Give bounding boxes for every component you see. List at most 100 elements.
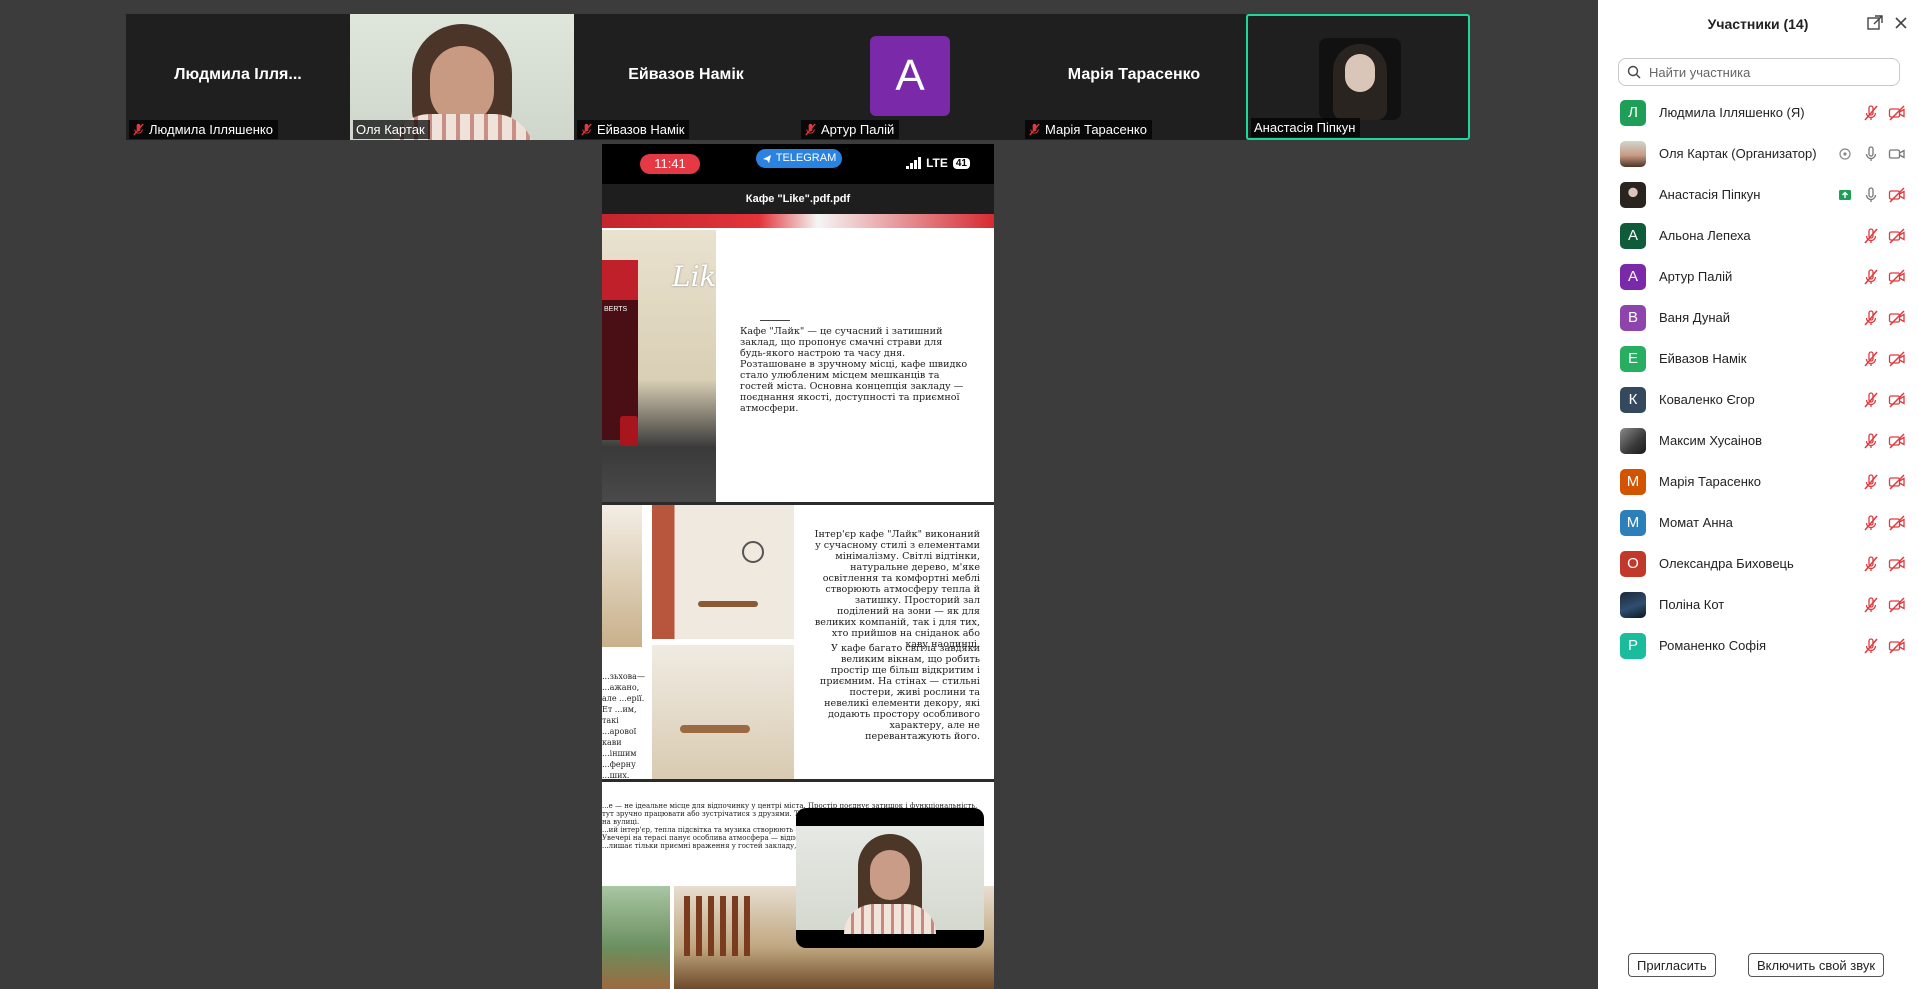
cafe-exterior-photo: Like BERTS <box>602 230 716 502</box>
tile-label: Анастасія Піпкун <box>1251 118 1361 137</box>
floating-video[interactable] <box>796 808 984 948</box>
participant-search[interactable] <box>1618 58 1900 86</box>
participant-status-icons <box>1862 473 1906 491</box>
participant-name: Романенко Софія <box>1659 638 1767 653</box>
participant-name: Коваленко Єгор <box>1659 392 1755 407</box>
signal-icon <box>906 157 922 169</box>
pdf-paragraph: У кафе багато світла завдяки великим вік… <box>819 643 980 742</box>
avatar: К <box>1620 386 1646 413</box>
participant-name: Ейвазов Намік <box>1659 351 1747 366</box>
video-off-icon <box>1888 309 1906 327</box>
avatar: A <box>870 36 950 116</box>
close-icon[interactable] <box>1892 14 1910 32</box>
pdf-paragraph: Інтер'єр кафе "Лайк" виконаний у сучасно… <box>814 529 980 650</box>
mic-off-icon <box>805 123 816 136</box>
pop-out-icon[interactable] <box>1866 14 1884 32</box>
mic-off-icon <box>1862 268 1880 286</box>
video-off-icon <box>1888 473 1906 491</box>
mic-off-icon <box>1862 309 1880 327</box>
terrace-photo-1 <box>602 886 670 989</box>
participant-name: Марія Тарасенко <box>1659 474 1761 489</box>
tile-display-name: Людмила Ілля... <box>174 66 302 83</box>
video-tile-eivazov[interactable]: Ейвазов Намік Ейвазов Намік <box>574 14 798 140</box>
participant-row[interactable]: Анастасія Піпкун <box>1598 174 1918 215</box>
participant-row[interactable]: М Момат Анна <box>1598 502 1918 543</box>
participant-row[interactable]: О Олександра Биховець <box>1598 543 1918 584</box>
tile-display-name: Марія Тарасенко <box>1067 66 1201 83</box>
pdf-page-1: Like BERTS Кафе "Лайк" — це сучасний і з… <box>602 230 994 502</box>
cafe-sign-text: Like <box>672 260 716 293</box>
participant-status-icons <box>1862 596 1906 614</box>
divider-line <box>760 320 790 321</box>
video-on-icon <box>1888 145 1906 163</box>
participant-row[interactable]: Л Людмила Ілляшенко (Я) <box>1598 92 1918 133</box>
avatar: Л <box>1620 99 1646 126</box>
participant-row[interactable]: К Коваленко Єгор <box>1598 379 1918 420</box>
search-input[interactable] <box>1647 63 1891 81</box>
mic-off-icon <box>1862 637 1880 655</box>
video-off-icon <box>1888 637 1906 655</box>
participant-status-icons <box>1862 350 1906 368</box>
tile-label-text: Оля Картак <box>356 122 425 137</box>
tile-label-text: Артур Палій <box>821 122 895 137</box>
video-off-icon <box>1888 514 1906 532</box>
participant-status-icons <box>1862 227 1906 245</box>
telegram-label: TELEGRAM <box>775 152 837 164</box>
participant-row[interactable]: В Ваня Дунай <box>1598 297 1918 338</box>
participant-name: Альона Лепеха <box>1659 228 1751 243</box>
participant-row[interactable]: Оля Картак (Организатор) <box>1598 133 1918 174</box>
avatar: Е <box>1620 345 1646 372</box>
mic-off-icon <box>1862 514 1880 532</box>
video-tile-anastasiia[interactable]: Анастасія Піпкун <box>1246 14 1470 140</box>
participant-name: Олександра Биховець <box>1659 556 1794 571</box>
participant-row[interactable]: Р Романенко Софія <box>1598 625 1918 666</box>
avatar: Р <box>1620 632 1646 659</box>
video-tile-mariia[interactable]: Марія Тарасенко Марія Тарасенко <box>1022 14 1246 140</box>
pdf-paragraph: Кафе "Лайк" — це сучасний і затишний зак… <box>740 326 968 414</box>
video-tile-olya[interactable]: Оля Картак <box>350 14 574 140</box>
video-off-icon <box>1888 268 1906 286</box>
avatar <box>1620 591 1646 618</box>
avatar <box>1620 140 1646 167</box>
participant-name: Момат Анна <box>1659 515 1733 530</box>
mic-off-icon <box>133 123 144 136</box>
tile-display-name: Ейвазов Намік <box>628 66 744 83</box>
tile-label-text: Людмила Ілляшенко <box>149 122 273 137</box>
video-tile-liudmyla[interactable]: Людмила Ілля... Людмила Ілляшенко <box>126 14 350 140</box>
participant-row[interactable]: М Марія Тарасенко <box>1598 461 1918 502</box>
unmute-button[interactable]: Включить свой звук <box>1748 953 1885 977</box>
mic-off-icon <box>1862 432 1880 450</box>
participant-row[interactable]: А Альона Лепеха <box>1598 215 1918 256</box>
participant-status-icons <box>1836 186 1906 204</box>
tile-label: Оля Картак <box>353 120 430 139</box>
video-tile-artur[interactable]: A Артур Палій <box>798 14 1022 140</box>
tile-label: Марія Тарасенко <box>1025 120 1152 139</box>
mic-off-icon <box>1862 350 1880 368</box>
cafe-sign-left-text: BERTS <box>604 306 628 313</box>
mic-off-icon <box>1862 227 1880 245</box>
participant-status-icons <box>1862 637 1906 655</box>
participant-row[interactable]: Поліна Кот <box>1598 584 1918 625</box>
record-icon <box>1836 145 1854 163</box>
video-off-icon <box>1888 350 1906 368</box>
panel-header: Участники (14) <box>1598 0 1918 48</box>
invite-button[interactable]: Пригласить <box>1628 953 1716 977</box>
avatar: А <box>1620 263 1646 290</box>
pdf-title-bar: Кафе "Like".pdf.pdf <box>602 184 994 214</box>
mic-off-icon <box>1029 123 1040 136</box>
mic-off-icon <box>1862 391 1880 409</box>
participants-panel: Участники (14) Л Людмила Ілляшенко (Я) Оля… <box>1598 0 1918 989</box>
avatar <box>1620 427 1646 454</box>
participant-name: Людмила Ілляшенко (Я) <box>1659 105 1805 120</box>
participant-row[interactable]: Максим Хусаінов <box>1598 420 1918 461</box>
interior-photo-2 <box>652 505 794 639</box>
participant-row[interactable]: Е Ейвазов Намік <box>1598 338 1918 379</box>
mic-off-icon <box>1862 596 1880 614</box>
tile-label-text: Марія Тарасенко <box>1045 122 1147 137</box>
participant-name: Анастасія Піпкун <box>1659 187 1761 202</box>
tile-label-text: Анастасія Піпкун <box>1254 120 1356 135</box>
participant-row[interactable]: А Артур Палій <box>1598 256 1918 297</box>
participant-list: Л Людмила Ілляшенко (Я) Оля Картак (Органи… <box>1598 92 1918 666</box>
interior-photo-3 <box>652 645 794 779</box>
tile-label: Ейвазов Намік <box>577 120 690 139</box>
